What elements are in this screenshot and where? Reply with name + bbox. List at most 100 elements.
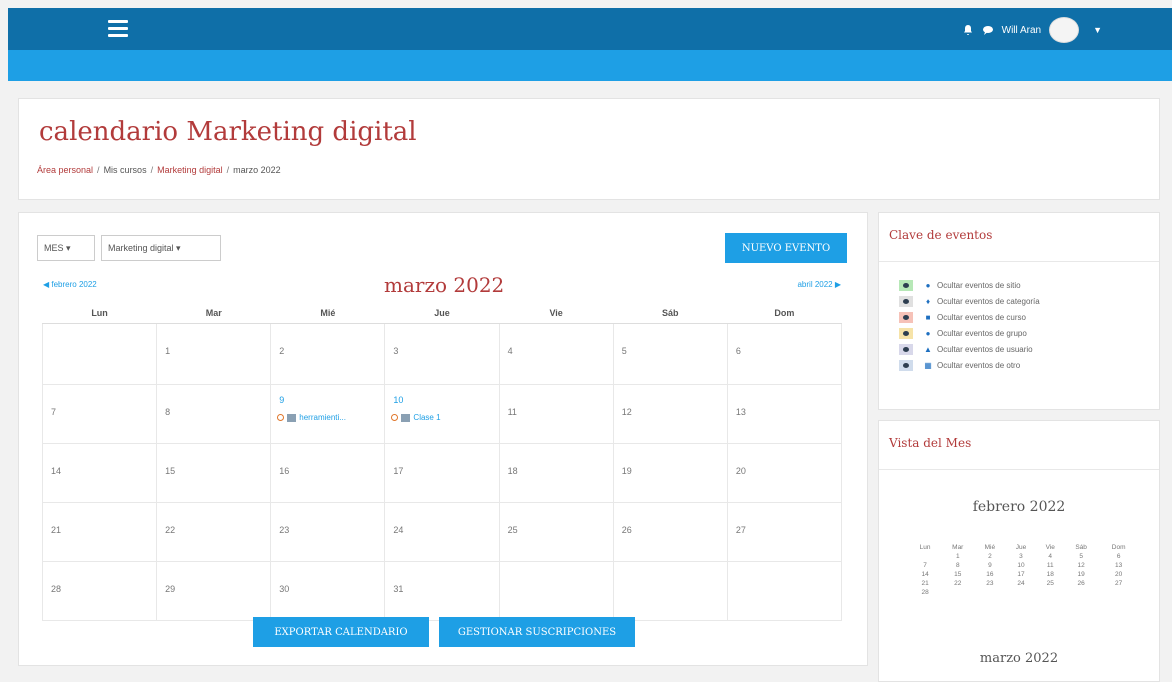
day-cell[interactable]: 3: [384, 323, 500, 385]
day-cell[interactable]: 7: [41, 384, 158, 444]
day-cell[interactable]: [612, 561, 728, 621]
day-cell-with-event[interactable]: 9 herramienti...: [270, 384, 386, 444]
mini-day[interactable]: 27: [1098, 579, 1139, 588]
mini-day[interactable]: 21: [909, 579, 941, 588]
day-link[interactable]: 10: [393, 395, 403, 405]
day-cell[interactable]: 15: [156, 443, 272, 503]
mini-day[interactable]: [974, 588, 1005, 597]
mini-day[interactable]: [941, 588, 974, 597]
day-cell[interactable]: 6: [726, 323, 843, 385]
mini-day[interactable]: 17: [1005, 570, 1036, 579]
mini-day[interactable]: [1098, 588, 1139, 597]
user-name[interactable]: Will Aran: [1002, 25, 1041, 36]
day-cell[interactable]: 17: [384, 443, 500, 503]
mini-day[interactable]: 5: [1064, 552, 1098, 561]
day-cell[interactable]: 2: [270, 323, 386, 385]
eye-toggle-icon[interactable]: [899, 344, 913, 355]
mini-next-month-title[interactable]: marzo 2022: [879, 651, 1159, 666]
day-cell-with-event[interactable]: 10 Clase 1: [384, 384, 500, 444]
mini-day[interactable]: 19: [1064, 570, 1098, 579]
day-cell[interactable]: 18: [498, 443, 614, 503]
mini-day[interactable]: 24: [1005, 579, 1036, 588]
mini-day[interactable]: 10: [1005, 561, 1036, 570]
mini-day[interactable]: 11: [1036, 561, 1064, 570]
mini-day[interactable]: 12: [1064, 561, 1098, 570]
day-cell[interactable]: 19: [612, 443, 728, 503]
day-cell[interactable]: 24: [384, 502, 500, 562]
menu-hamburger-icon[interactable]: [108, 20, 128, 37]
mini-day[interactable]: 8: [941, 561, 974, 570]
mini-day[interactable]: [1005, 588, 1036, 597]
day-cell[interactable]: 29: [156, 561, 272, 621]
day-cell[interactable]: 27: [726, 502, 843, 562]
day-cell[interactable]: 22: [156, 502, 272, 562]
prev-month-link[interactable]: ◀ febrero 2022: [43, 280, 97, 289]
manage-subscriptions-button[interactable]: GESTIONAR SUSCRIPCIONES: [439, 617, 635, 647]
day-cell[interactable]: 26: [612, 502, 728, 562]
mini-day[interactable]: [1064, 588, 1098, 597]
day-cell[interactable]: 1: [156, 323, 272, 385]
mini-day[interactable]: 26: [1064, 579, 1098, 588]
mini-day[interactable]: [909, 552, 941, 561]
eye-toggle-icon[interactable]: [899, 296, 913, 307]
bell-icon[interactable]: [962, 24, 974, 36]
mini-day[interactable]: 18: [1036, 570, 1064, 579]
day-cell[interactable]: 12: [612, 384, 728, 444]
day-cell[interactable]: [41, 323, 158, 385]
mini-day[interactable]: 22: [941, 579, 974, 588]
mini-day[interactable]: 4: [1036, 552, 1064, 561]
course-select[interactable]: Marketing digital ▾: [101, 235, 221, 261]
mini-day[interactable]: 15: [941, 570, 974, 579]
mini-day[interactable]: 16: [974, 570, 1005, 579]
legend-item-course[interactable]: ■ Ocultar eventos de curso: [899, 312, 1026, 323]
mini-month-title[interactable]: febrero 2022: [879, 499, 1159, 515]
mini-day[interactable]: 23: [974, 579, 1005, 588]
mini-day[interactable]: 20: [1098, 570, 1139, 579]
day-cell[interactable]: 30: [270, 561, 386, 621]
mini-day[interactable]: 3: [1005, 552, 1036, 561]
legend-item-other[interactable]: ▦ Ocultar eventos de otro: [899, 360, 1020, 371]
day-cell[interactable]: 4: [498, 323, 614, 385]
day-cell[interactable]: 28: [41, 561, 158, 621]
mini-day[interactable]: 28: [909, 588, 941, 597]
view-select[interactable]: MES ▾: [37, 235, 95, 261]
chevron-down-icon[interactable]: ▼: [1093, 25, 1102, 35]
eye-toggle-icon[interactable]: [899, 280, 913, 291]
new-event-button[interactable]: NUEVO EVENTO: [725, 233, 847, 263]
day-cell[interactable]: 20: [726, 443, 843, 503]
day-cell[interactable]: [498, 561, 614, 621]
day-cell[interactable]: 11: [498, 384, 614, 444]
day-cell[interactable]: [726, 561, 843, 621]
eye-toggle-icon[interactable]: [899, 328, 913, 339]
calendar-event[interactable]: herramienti...: [277, 413, 346, 422]
export-calendar-button[interactable]: EXPORTAR CALENDARIO: [253, 617, 429, 647]
mini-day[interactable]: 13: [1098, 561, 1139, 570]
day-cell[interactable]: 13: [726, 384, 843, 444]
avatar[interactable]: [1049, 17, 1080, 43]
mini-day[interactable]: 9: [974, 561, 1005, 570]
eye-toggle-icon[interactable]: [899, 360, 913, 371]
day-cell[interactable]: 21: [41, 502, 158, 562]
calendar-event[interactable]: Clase 1: [391, 413, 441, 422]
day-cell[interactable]: 23: [270, 502, 386, 562]
next-month-link[interactable]: abril 2022 ▶: [797, 280, 841, 289]
breadcrumb-home[interactable]: Área personal: [37, 165, 93, 175]
mini-day[interactable]: 25: [1036, 579, 1064, 588]
day-link[interactable]: 9: [279, 395, 284, 405]
mini-day[interactable]: 2: [974, 552, 1005, 561]
legend-item-category[interactable]: ♦ Ocultar eventos de categoría: [899, 296, 1040, 307]
legend-item-site[interactable]: ● Ocultar eventos de sitio: [899, 280, 1021, 291]
eye-toggle-icon[interactable]: [899, 312, 913, 323]
breadcrumb-course[interactable]: Marketing digital: [157, 165, 223, 175]
mini-day[interactable]: 6: [1098, 552, 1139, 561]
chat-icon[interactable]: [982, 24, 994, 36]
day-cell[interactable]: 31: [384, 561, 500, 621]
mini-day[interactable]: 7: [909, 561, 941, 570]
legend-item-group[interactable]: ● Ocultar eventos de grupo: [899, 328, 1027, 339]
day-cell[interactable]: 14: [41, 443, 158, 503]
mini-day[interactable]: 14: [909, 570, 941, 579]
day-cell[interactable]: 25: [498, 502, 614, 562]
mini-day[interactable]: [1036, 588, 1064, 597]
breadcrumb-my-courses[interactable]: Mis cursos: [104, 165, 147, 175]
day-cell[interactable]: 5: [612, 323, 728, 385]
